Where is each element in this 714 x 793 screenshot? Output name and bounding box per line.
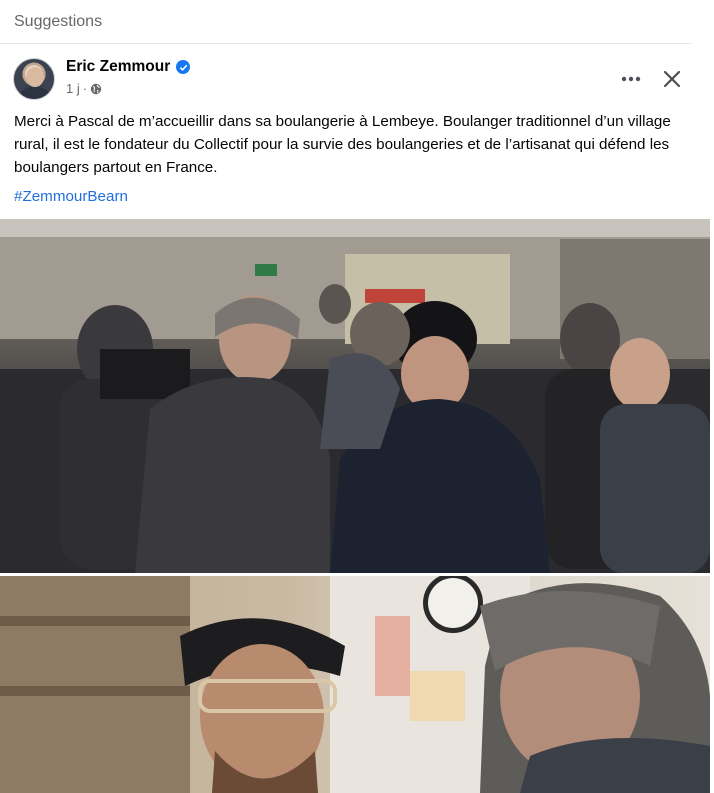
- globe-icon: [90, 83, 102, 94]
- avatar-body: [18, 87, 52, 99]
- more-options-button[interactable]: [620, 68, 642, 90]
- close-button[interactable]: [660, 67, 684, 91]
- post-time[interactable]: 1 j: [66, 81, 80, 96]
- post-meta: 1 j ·: [66, 81, 102, 96]
- close-icon: [663, 70, 681, 88]
- post-header: Eric Zemmour 1 j ·: [0, 56, 714, 104]
- avatar[interactable]: [13, 58, 55, 100]
- author-name-row: Eric Zemmour: [66, 58, 191, 76]
- right-edge: [710, 219, 714, 793]
- verified-badge-icon: [176, 60, 191, 74]
- post-photo-1[interactable]: [0, 219, 710, 573]
- meta-separator: ·: [82, 81, 88, 96]
- hashtag-link[interactable]: #ZemmourBearn: [14, 188, 128, 205]
- suggestions-header: Suggestions: [0, 0, 692, 44]
- photo-1-scene: [0, 219, 710, 573]
- avatar-face: [26, 67, 44, 87]
- photo-2-scene: [0, 576, 710, 793]
- author-name[interactable]: Eric Zemmour: [66, 58, 170, 76]
- post-photo-2[interactable]: [0, 576, 710, 793]
- suggestions-title: Suggestions: [14, 12, 103, 30]
- more-options-icon: [621, 76, 641, 82]
- post-text: Merci à Pascal de m’accueillir dans sa b…: [14, 113, 671, 176]
